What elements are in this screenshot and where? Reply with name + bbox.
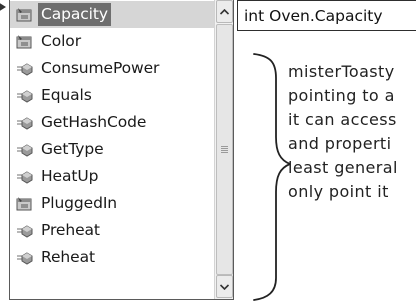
method-icon bbox=[15, 141, 35, 159]
annotation-line: it can access bbox=[288, 110, 397, 129]
annotation-line: only point it bbox=[288, 182, 389, 201]
annotation-line: and properti bbox=[288, 134, 392, 153]
annotation-line: misterToasty bbox=[288, 62, 395, 81]
handwritten-annotation: misterToasty pointing to a it can access… bbox=[288, 60, 416, 204]
annotation-line: pointing to a bbox=[288, 86, 395, 105]
list-item-consumepower[interactable]: ConsumePower bbox=[10, 55, 215, 82]
method-icon bbox=[15, 114, 35, 132]
scroll-thumb[interactable] bbox=[216, 24, 233, 275]
list-item-color[interactable]: Color bbox=[10, 28, 215, 55]
quick-info-tooltip: int Oven.Capacity bbox=[237, 0, 416, 31]
method-icon bbox=[15, 222, 35, 240]
method-icon bbox=[15, 249, 35, 267]
member-label: GetHashCode bbox=[41, 113, 147, 131]
method-icon bbox=[15, 87, 35, 105]
intellisense-member-list[interactable]: Capacity Color ConsumePower Equals GetHa… bbox=[9, 0, 234, 300]
member-label: PluggedIn bbox=[41, 194, 118, 212]
chevron-up-icon bbox=[220, 8, 229, 15]
curly-brace-icon bbox=[253, 53, 290, 301]
annotation-line: least general bbox=[288, 158, 398, 177]
member-label: Preheat bbox=[41, 221, 100, 239]
vertical-scrollbar[interactable] bbox=[214, 0, 233, 299]
list-item-preheat[interactable]: Preheat bbox=[10, 217, 215, 244]
list-item-pluggedin[interactable]: PluggedIn bbox=[10, 190, 215, 217]
member-label: Capacity bbox=[38, 3, 111, 26]
member-label: Color bbox=[41, 32, 81, 50]
chevron-down-icon bbox=[220, 283, 229, 290]
method-icon bbox=[15, 168, 35, 186]
property-icon bbox=[15, 195, 35, 213]
scroll-up-button[interactable] bbox=[216, 0, 233, 23]
property-icon bbox=[15, 6, 35, 24]
grip-icon bbox=[221, 146, 228, 153]
list-item-equals[interactable]: Equals bbox=[10, 82, 215, 109]
member-label: ConsumePower bbox=[41, 59, 160, 77]
member-label: HeatUp bbox=[41, 167, 99, 185]
arrow-pointer-icon bbox=[0, 3, 6, 11]
scroll-down-button[interactable] bbox=[216, 275, 233, 298]
list-item-capacity[interactable]: Capacity bbox=[10, 1, 215, 28]
member-label: GetType bbox=[41, 140, 104, 158]
list-item-gethashcode[interactable]: GetHashCode bbox=[10, 109, 215, 136]
list-item-reheat[interactable]: Reheat bbox=[10, 244, 215, 271]
list-item-gettype[interactable]: GetType bbox=[10, 136, 215, 163]
list-item-heatup[interactable]: HeatUp bbox=[10, 163, 215, 190]
member-label: Reheat bbox=[41, 248, 95, 266]
property-icon bbox=[15, 33, 35, 51]
method-icon bbox=[15, 60, 35, 78]
member-label: Equals bbox=[41, 86, 92, 104]
